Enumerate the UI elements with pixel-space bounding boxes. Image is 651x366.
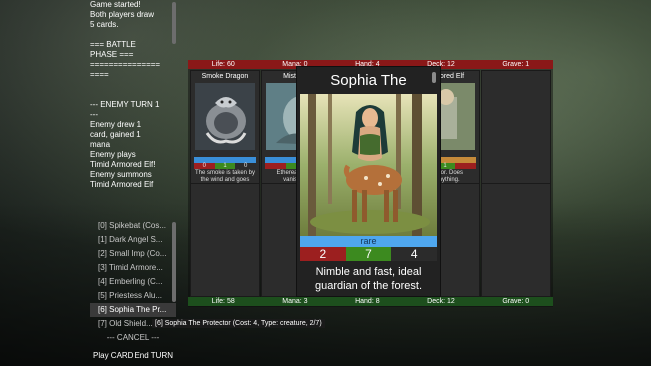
- enemy-grave: Grave: 1: [502, 61, 530, 68]
- hand-scrollbar[interactable]: [172, 222, 176, 302]
- enemy-slot-4[interactable]: [481, 70, 551, 184]
- zoomed-card-rarity: rare: [300, 236, 437, 247]
- hand-item[interactable]: [0] Spikebat (Cos...: [90, 219, 176, 233]
- log-line: Game started!: [90, 0, 141, 9]
- player-stat-bar: Life: 58 Mana: 3 Hand: 8 Deck: 12 Grave:…: [188, 297, 553, 306]
- log-line: mana: [90, 140, 111, 149]
- hand-item[interactable]: [3] Timid Armore...: [90, 261, 176, 275]
- log-line: ===============: [90, 60, 161, 69]
- log-line: Enemy plays: [90, 150, 136, 159]
- log-line: 5 cards.: [90, 20, 119, 29]
- zoomed-card-health: 7: [345, 247, 392, 261]
- hand-item[interactable]: [4] Emberling (C...: [90, 275, 176, 289]
- title-scrollbar[interactable]: [432, 72, 436, 83]
- log-line: Timid Armored Elf!: [90, 160, 156, 169]
- player-life: Life: 58: [211, 298, 235, 305]
- player-slot-4[interactable]: [481, 183, 551, 297]
- play-card-button[interactable]: Play CARD: [93, 351, 133, 360]
- zoomed-card-stats: 2 7 4: [300, 247, 438, 261]
- log-line: PHASE ===: [90, 50, 134, 59]
- card-attack: 1: [214, 163, 236, 169]
- log-line: Both players draw: [90, 10, 155, 19]
- player-deck: Deck: 12: [427, 298, 455, 305]
- zoomed-card-title: Sophia The: [330, 72, 407, 89]
- card-stats: 0 1 0: [194, 163, 257, 169]
- card-health: 0: [235, 163, 257, 169]
- log-scrollbar[interactable]: [172, 2, 176, 44]
- log-line: card, gained 1: [90, 130, 141, 139]
- player-mana: Mana: 3: [282, 298, 308, 305]
- hand-item[interactable]: [2] Small Imp (Co...: [90, 247, 176, 261]
- zoomed-card[interactable]: Sophia The rare 2 7 4 Nimble and fast, i…: [296, 66, 441, 297]
- cancel-button[interactable]: --- CANCEL ---: [90, 331, 176, 345]
- log-line: ====: [90, 70, 109, 79]
- card-health: [455, 163, 477, 169]
- battle-log[interactable]: Game started! Both players draw 5 cards.…: [90, 0, 176, 216]
- log-line: Timid Armored Elf: [90, 180, 154, 189]
- log-line: Enemy summons: [90, 170, 152, 179]
- log-line: --- ENEMY TURN 1: [90, 100, 160, 109]
- player-hand: Hand: 8: [355, 298, 380, 305]
- enemy-life: Life: 60: [211, 61, 235, 68]
- log-line: === BATTLE: [90, 40, 136, 49]
- log-line: ---: [90, 110, 98, 119]
- log-line: Enemy drew 1: [90, 120, 142, 129]
- action-bar: Play CARD End TURN: [90, 351, 176, 360]
- card-name: Smoke Dragon: [201, 73, 249, 80]
- hand-item-tooltip: [6] Sophia The Protector (Cost: 4, Type:…: [152, 319, 325, 328]
- zoomed-card-description: Nimble and fast, ideal guardian of the f…: [314, 266, 422, 292]
- card-art-dragon: [195, 83, 255, 150]
- zoomed-card-cost: 4: [391, 247, 438, 261]
- hand-item[interactable]: [5] Priestess Alu...: [90, 289, 176, 303]
- player-grave: Grave: 0: [502, 298, 530, 305]
- hand-item[interactable]: [1] Dark Angel S...: [90, 233, 176, 247]
- card-cost: 0: [194, 163, 215, 169]
- zoomed-card-art: [300, 94, 437, 236]
- zoomed-card-attack: 2: [300, 247, 346, 261]
- player-slot-0[interactable]: [190, 183, 260, 297]
- hand-item-selected[interactable]: [6] Sophia The Pr...: [90, 303, 176, 317]
- end-turn-button[interactable]: End TURN: [134, 351, 173, 360]
- enemy-slot-0[interactable]: Smoke Dragon 0 1 0 The smoke is taken by…: [190, 70, 260, 184]
